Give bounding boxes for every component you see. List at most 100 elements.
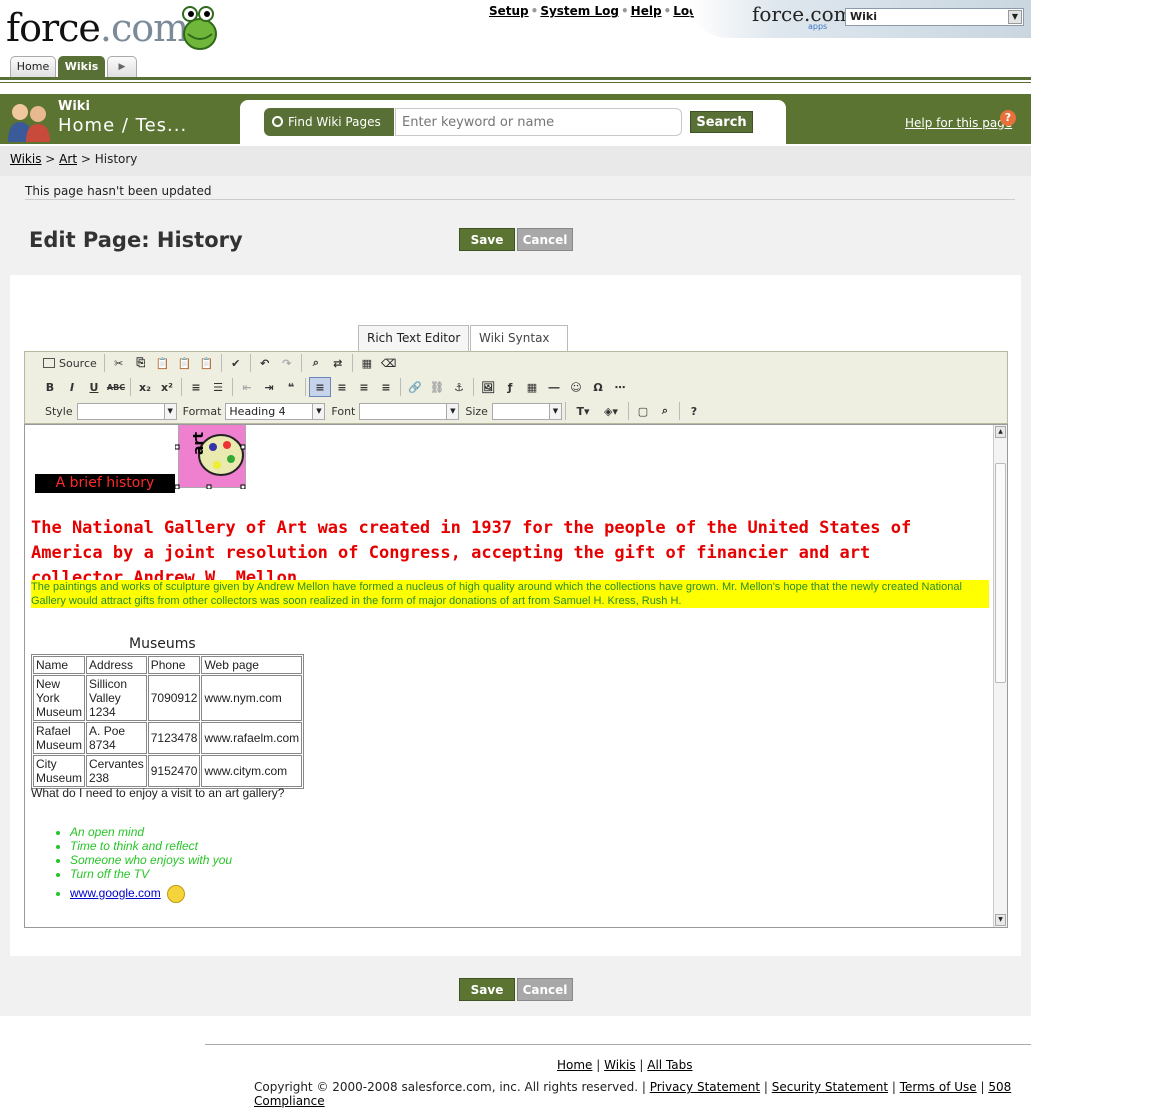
scroll-down-icon[interactable]: ▼: [995, 914, 1006, 926]
undo-icon[interactable]: ↶: [254, 353, 276, 373]
table-cell: New York Museum: [33, 675, 86, 721]
find-wiki-pages-button[interactable]: Find Wiki Pages: [264, 108, 394, 136]
background-color-icon[interactable]: ◈▾: [597, 401, 625, 421]
help-link[interactable]: Help: [631, 4, 662, 18]
smiley-icon[interactable]: ☺: [565, 377, 587, 397]
anchor-icon[interactable]: ⚓: [448, 377, 470, 397]
image-icon[interactable]: 🖼: [477, 377, 499, 397]
cancel-button[interactable]: Cancel: [517, 228, 573, 251]
table-header: Address: [86, 656, 147, 674]
museums-table: Name Address Phone Web page New York Mus…: [31, 654, 305, 789]
source-button[interactable]: Source: [39, 353, 101, 373]
numbered-list-icon[interactable]: ≡: [185, 377, 207, 397]
page-break-icon[interactable]: ⋯: [609, 377, 631, 397]
text-color-icon[interactable]: T▾: [569, 401, 597, 421]
scrollbar[interactable]: ▲ ▼: [993, 425, 1007, 927]
underline-icon[interactable]: U: [83, 377, 105, 397]
strikethrough-icon[interactable]: ABC: [105, 377, 127, 397]
tab-wiki-syntax[interactable]: Wiki Syntax: [470, 325, 568, 351]
list-item: www.google.com: [70, 885, 232, 903]
align-right-icon[interactable]: ≡: [353, 377, 375, 397]
toolbar-row-2: B I U ABC x₂ x² ≡ ☰ ⇤ ⇥ ❝ ≡ ≡ ≡ ≡ 🔗 ⛓ ⚓ …: [39, 376, 631, 398]
breadcrumb-wikis[interactable]: Wikis: [10, 152, 41, 166]
search-input[interactable]: [395, 108, 682, 136]
redo-icon[interactable]: ↷: [276, 353, 298, 373]
remove-format-icon[interactable]: ⌫: [378, 353, 400, 373]
terms-link[interactable]: Terms of Use: [900, 1080, 977, 1094]
force-logo[interactable]: force.com: [6, 2, 221, 54]
unlink-icon[interactable]: ⛓: [426, 377, 448, 397]
people-icon: [8, 104, 50, 142]
table-cell: www.rafaelm.com: [201, 722, 303, 754]
align-center-icon[interactable]: ≡: [331, 377, 353, 397]
bold-icon[interactable]: B: [39, 377, 61, 397]
list-item: Someone who enjoys with you: [70, 853, 232, 867]
footer-links: Home | Wikis | All Tabs: [557, 1058, 693, 1072]
tab-home[interactable]: Home: [10, 56, 56, 78]
style-select[interactable]: ▼: [76, 402, 177, 420]
rich-text-content-area[interactable]: art A brief history The National Gallery…: [24, 424, 1008, 928]
art-palette-image[interactable]: art: [175, 425, 247, 489]
help-icon[interactable]: ?: [1000, 110, 1016, 126]
app-selector[interactable]: Wiki ▼: [845, 8, 1024, 26]
scroll-thumb[interactable]: [995, 463, 1006, 683]
cut-icon[interactable]: ✂: [108, 353, 130, 373]
privacy-link[interactable]: Privacy Statement: [650, 1080, 760, 1094]
paste-icon[interactable]: 📋: [152, 353, 174, 373]
subscript-icon[interactable]: x₂: [134, 377, 156, 397]
top-links: Setup•System Log•Help•Logout: [489, 4, 720, 18]
footer-all-tabs-link[interactable]: All Tabs: [647, 1058, 692, 1072]
copy-icon[interactable]: ⎘: [130, 353, 152, 373]
find-icon[interactable]: ⌕: [305, 353, 327, 373]
table-icon[interactable]: ▦: [521, 377, 543, 397]
force-apps-logo: force.com apps: [752, 2, 853, 31]
save-button[interactable]: Save: [459, 228, 515, 251]
tab-wikis[interactable]: Wikis: [58, 56, 105, 78]
font-select[interactable]: ▼: [359, 402, 460, 420]
format-select[interactable]: Heading 4 ▼: [225, 402, 326, 420]
setup-link[interactable]: Setup: [489, 4, 529, 18]
flash-icon[interactable]: ƒ: [499, 377, 521, 397]
paste-text-icon[interactable]: 📋: [174, 353, 196, 373]
paste-word-icon[interactable]: 📋: [196, 353, 218, 373]
superscript-icon[interactable]: x²: [156, 377, 178, 397]
page: force.com Setup•System Log•Help•Logout f…: [0, 0, 1031, 1118]
smiley-icon: [166, 885, 185, 903]
italic-icon[interactable]: I: [61, 377, 83, 397]
google-link[interactable]: www.google.com: [70, 886, 161, 900]
about-icon[interactable]: ?: [683, 401, 705, 421]
editor-toolbar: Source ✂ ⎘ 📋 📋 📋 ✔ ↶ ↷ ⌕ ⇄ ▦ ⌫ B I U ABC…: [24, 351, 1008, 424]
bulleted-list-icon[interactable]: ☰: [207, 377, 229, 397]
size-select[interactable]: ▼: [491, 402, 562, 420]
outdent-icon[interactable]: ⇤: [236, 377, 258, 397]
align-left-icon[interactable]: ≡: [309, 377, 331, 397]
table-caption: Museums: [129, 636, 196, 652]
justify-icon[interactable]: ≡: [375, 377, 397, 397]
footer-wikis-link[interactable]: Wikis: [604, 1058, 635, 1072]
security-link[interactable]: Security Statement: [772, 1080, 888, 1094]
replace-icon[interactable]: ⇄: [327, 353, 349, 373]
spellcheck-icon[interactable]: ✔: [225, 353, 247, 373]
show-blocks-icon[interactable]: ⌕: [654, 401, 676, 421]
special-char-icon[interactable]: Ω: [587, 377, 609, 397]
tab-rich-text-editor[interactable]: Rich Text Editor: [358, 325, 469, 351]
scroll-up-icon[interactable]: ▲: [995, 426, 1006, 438]
help-for-page-link[interactable]: Help for this page: [905, 116, 1012, 130]
more-tabs-arrow-icon[interactable]: ▶: [107, 56, 137, 78]
search-button[interactable]: Search: [690, 111, 753, 133]
cancel-button-bottom[interactable]: Cancel: [517, 978, 573, 1001]
select-all-icon[interactable]: ▦: [356, 353, 378, 373]
maximize-icon[interactable]: ▢: [632, 401, 654, 421]
horizontal-rule-icon[interactable]: ―: [543, 377, 565, 397]
table-cell: 7123478: [147, 722, 201, 754]
footer-home-link[interactable]: Home: [557, 1058, 592, 1072]
chevron-down-icon: ▼: [312, 403, 325, 419]
link-icon[interactable]: 🔗: [404, 377, 426, 397]
breadcrumb-art[interactable]: Art: [59, 152, 77, 166]
system-log-link[interactable]: System Log: [540, 4, 619, 18]
list-item: Time to think and reflect: [70, 839, 232, 853]
blockquote-icon[interactable]: ❝: [280, 377, 302, 397]
indent-icon[interactable]: ⇥: [258, 377, 280, 397]
save-button-bottom[interactable]: Save: [459, 978, 515, 1001]
list-item: Turn off the TV: [70, 867, 232, 881]
